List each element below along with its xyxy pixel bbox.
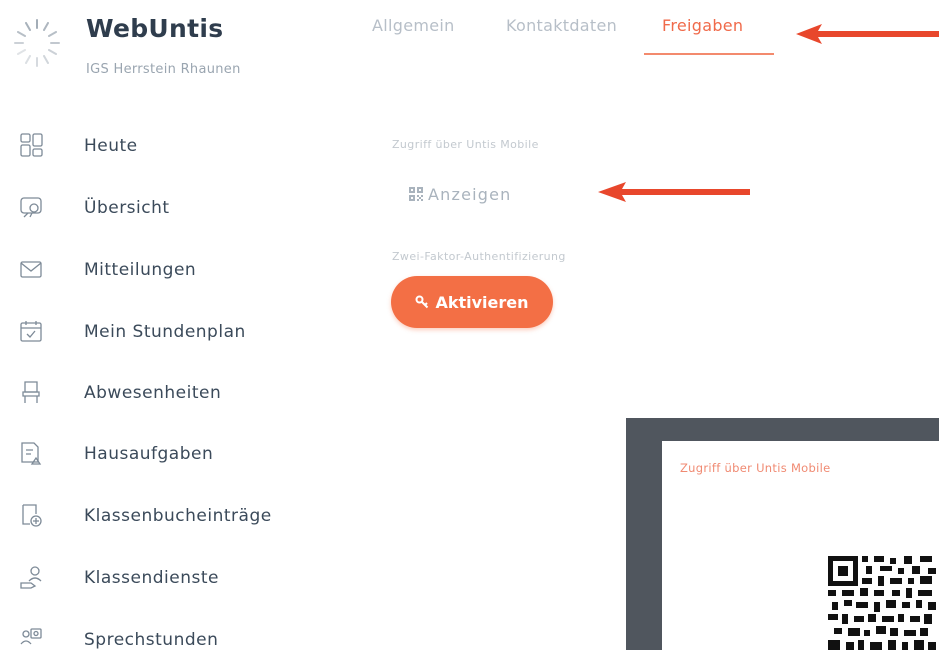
show-qr-button[interactable]: Anzeigen xyxy=(408,180,512,208)
calendar-icon xyxy=(20,321,42,342)
office-hours-icon xyxy=(20,628,42,645)
show-button-label: Anzeigen xyxy=(428,184,512,204)
activate-2fa-button[interactable]: Aktivieren xyxy=(391,276,553,328)
chair-icon xyxy=(22,381,40,403)
class-duty-icon xyxy=(20,566,42,589)
classbook-add-icon xyxy=(22,504,42,527)
mobile-access-label: Zugriff über Untis Mobile xyxy=(392,138,539,151)
mobile-access-dialog: Zugriff über Untis Mobile xyxy=(662,441,939,650)
envelope-icon xyxy=(20,261,42,278)
annotation-arrow-icon xyxy=(598,182,750,202)
homework-icon xyxy=(21,442,42,465)
sidebar-item-mitteilungen[interactable]: Mitteilungen xyxy=(0,248,330,292)
tab-kontaktdaten[interactable]: Kontaktdaten xyxy=(506,16,617,35)
sidebar-item-klassenbucheintraege[interactable]: Klassenbucheinträge xyxy=(0,494,330,538)
dashboard-icon xyxy=(20,133,43,157)
active-tab-indicator xyxy=(644,53,774,55)
tab-freigaben[interactable]: Freigaben xyxy=(662,16,743,35)
sidebar-nav: Heute Übersicht Mitteilungen Mein Stunde… xyxy=(0,0,340,650)
overview-icon xyxy=(20,197,42,218)
qr-code-icon xyxy=(828,556,939,650)
sidebar-item-label: Mitteilungen xyxy=(84,260,197,280)
sidebar-item-label: Mein Stundenplan xyxy=(84,322,246,342)
sidebar-item-sprechstunden[interactable]: Sprechstunden xyxy=(0,618,330,650)
qr-code-icon xyxy=(409,187,423,201)
sidebar-item-label: Klassenbucheinträge xyxy=(84,506,272,526)
key-icon xyxy=(415,295,429,309)
sidebar-item-label: Klassendienste xyxy=(84,568,219,588)
sidebar-item-label: Übersicht xyxy=(84,198,170,218)
sidebar-item-label: Sprechstunden xyxy=(84,630,219,650)
sidebar-item-abwesenheiten[interactable]: Abwesenheiten xyxy=(0,371,330,415)
sidebar-item-heute[interactable]: Heute xyxy=(0,124,330,168)
sidebar-item-hausaufgaben[interactable]: Hausaufgaben xyxy=(0,432,330,476)
sidebar-item-klassendienste[interactable]: Klassendienste xyxy=(0,556,330,600)
dialog-title: Zugriff über Untis Mobile xyxy=(680,461,831,475)
sidebar-item-uebersicht[interactable]: Übersicht xyxy=(0,186,330,230)
tab-allgemein[interactable]: Allgemein xyxy=(372,16,455,35)
sidebar-item-label: Hausaufgaben xyxy=(84,444,214,464)
sidebar-item-mein-stundenplan[interactable]: Mein Stundenplan xyxy=(0,310,330,354)
sidebar-item-label: Heute xyxy=(84,136,138,156)
two-factor-label: Zwei-Faktor-Authentifizierung xyxy=(392,250,566,263)
activate-button-label: Aktivieren xyxy=(435,292,529,312)
sidebar-item-label: Abwesenheiten xyxy=(84,383,222,403)
annotation-arrow-icon xyxy=(796,24,939,44)
